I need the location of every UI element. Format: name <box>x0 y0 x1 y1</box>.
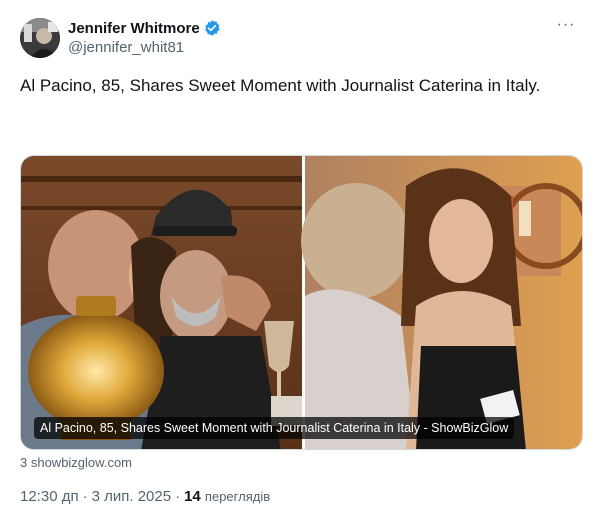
user-handle[interactable]: @jennifer_whit81 <box>68 39 221 56</box>
display-name[interactable]: Jennifer Whitmore <box>68 20 200 37</box>
tweet-header: Jennifer Whitmore @jennifer_whit81 ··· <box>20 16 576 60</box>
tweet-date[interactable]: 3 лип. 2025 <box>92 488 171 505</box>
verified-badge-icon <box>203 19 221 37</box>
link-card[interactable]: Al Pacino, 85, Shares Sweet Moment with … <box>20 155 583 450</box>
card-image <box>21 156 582 449</box>
tweet-text: Al Pacino, 85, Shares Sweet Moment with … <box>20 76 541 95</box>
tweet-meta: 12:30 дп · 3 лип. 2025 · 14 переглядів <box>20 488 270 505</box>
author-names: Jennifer Whitmore @jennifer_whit81 <box>68 18 221 56</box>
meta-separator-2: · <box>175 488 181 505</box>
card-source-domain[interactable]: 3 showbizglow.com <box>20 455 132 470</box>
meta-separator: · <box>82 488 88 505</box>
avatar[interactable] <box>20 18 60 58</box>
views-label: переглядів <box>204 489 271 504</box>
views-count: 14 <box>184 488 201 505</box>
tweet-time[interactable]: 12:30 дп <box>20 488 79 505</box>
avatar-image <box>20 18 60 58</box>
more-options-icon[interactable]: ··· <box>556 17 576 38</box>
card-caption: Al Pacino, 85, Shares Sweet Moment with … <box>34 417 515 439</box>
